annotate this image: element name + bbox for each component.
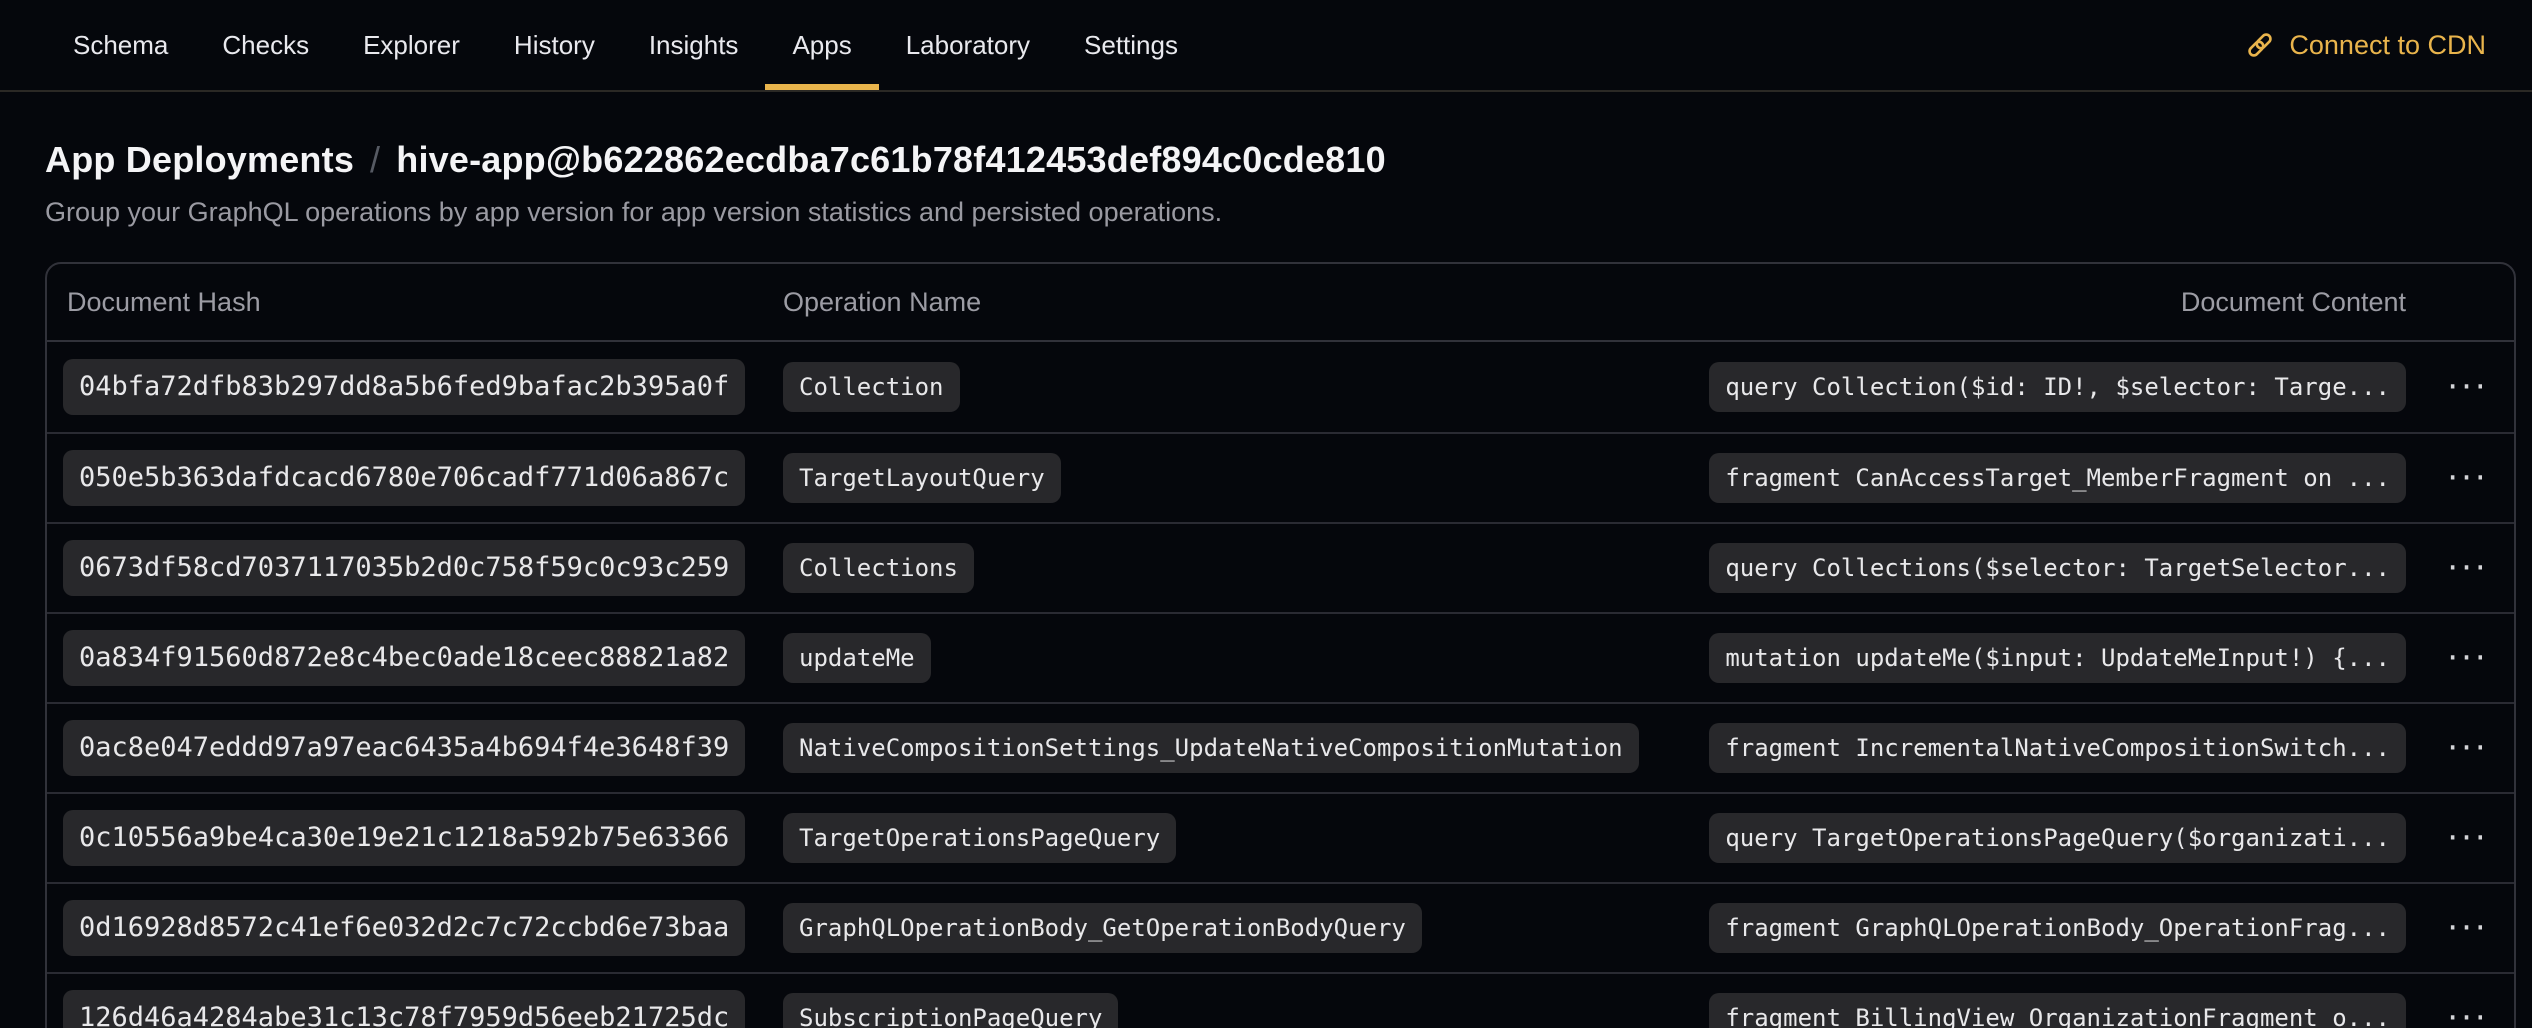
row-actions-menu-button[interactable]: ··· <box>2437 725 2498 771</box>
document-content-preview: fragment IncrementalNativeCompositionSwi… <box>1709 723 2406 773</box>
top-nav: SchemaChecksExplorerHistoryInsightsAppsL… <box>0 0 2532 92</box>
connect-to-cdn-link[interactable]: Connect to CDN <box>2245 0 2486 90</box>
document-hash-value: 0ac8e047eddd97a97eac6435a4b694f4e3648f39 <box>63 720 745 776</box>
breadcrumb-separator: / <box>370 136 380 184</box>
row-actions-menu-button[interactable]: ··· <box>2437 635 2498 681</box>
column-header-document-content: Document Content <box>1722 287 2422 318</box>
operation-name-value: Collections <box>783 543 974 593</box>
table-row: 04bfa72dfb83b297dd8a5b6fed9bafac2b395a0f… <box>47 342 2514 432</box>
document-content-preview: query Collections($selector: TargetSelec… <box>1709 543 2406 593</box>
nav-tab-insights[interactable]: Insights <box>622 0 766 90</box>
app-root: SchemaChecksExplorerHistoryInsightsAppsL… <box>0 0 2532 1028</box>
document-hash-value: 050e5b363dafdcacd6780e706cadf771d06a867c <box>63 450 745 506</box>
nav-tab-checks[interactable]: Checks <box>195 0 336 90</box>
operation-name-value: TargetOperationsPageQuery <box>783 813 1176 863</box>
document-content-preview: fragment CanAccessTarget_MemberFragment … <box>1709 453 2406 503</box>
document-content-preview: query Collection($id: ID!, $selector: Ta… <box>1709 362 2406 412</box>
nav-tab-settings[interactable]: Settings <box>1057 0 1205 90</box>
operation-name-value: TargetLayoutQuery <box>783 453 1061 503</box>
nav-tab-schema[interactable]: Schema <box>46 0 195 90</box>
column-header-operation-name: Operation Name <box>767 287 1722 318</box>
page-subtitle: Group your GraphQL operations by app ver… <box>45 194 2487 230</box>
document-hash-value: 0673df58cd7037117035b2d0c758f59c0c93c259 <box>63 540 745 596</box>
page-head: App Deployments / hive-app@b622862ecdba7… <box>45 136 2516 230</box>
page-title: App Deployments / hive-app@b622862ecdba7… <box>45 136 2487 184</box>
nav-tab-explorer[interactable]: Explorer <box>336 0 487 90</box>
operation-name-value: Collection <box>783 362 960 412</box>
operation-name-value: NativeCompositionSettings_UpdateNativeCo… <box>783 723 1639 773</box>
row-actions-menu-button[interactable]: ··· <box>2437 815 2498 861</box>
nav-tab-laboratory[interactable]: Laboratory <box>879 0 1057 90</box>
breadcrumb-current-app: hive-app@b622862ecdba7c61b78f412453def89… <box>396 136 1386 184</box>
document-hash-value: 04bfa72dfb83b297dd8a5b6fed9bafac2b395a0f <box>63 359 745 415</box>
operation-name-value: GraphQLOperationBody_GetOperationBodyQue… <box>783 903 1422 953</box>
table-row: 0c10556a9be4ca30e19e21c1218a592b75e63366… <box>47 792 2514 882</box>
nav-tab-apps[interactable]: Apps <box>765 0 878 90</box>
table-header-row: Document Hash Operation Name Document Co… <box>47 264 2514 342</box>
breadcrumb-root: App Deployments <box>45 136 354 184</box>
row-actions-menu-button[interactable]: ··· <box>2437 364 2498 410</box>
table-row: 0ac8e047eddd97a97eac6435a4b694f4e3648f39… <box>47 702 2514 792</box>
main-content: App Deployments / hive-app@b622862ecdba7… <box>0 92 2532 1028</box>
deployments-table: Document Hash Operation Name Document Co… <box>45 262 2516 1028</box>
operation-name-value: updateMe <box>783 633 931 683</box>
table-body: 04bfa72dfb83b297dd8a5b6fed9bafac2b395a0f… <box>47 342 2514 1028</box>
table-row: 0a834f91560d872e8c4bec0ade18ceec88821a82… <box>47 612 2514 702</box>
column-header-document-hash: Document Hash <box>47 287 767 318</box>
document-hash-value: 0d16928d8572c41ef6e032d2c7c72ccbd6e73baa <box>63 900 745 956</box>
document-content-preview: mutation updateMe($input: UpdateMeInput!… <box>1709 633 2406 683</box>
document-hash-value: 126d46a4284abe31c13c78f7959d56eeb21725dc <box>63 990 745 1028</box>
nav-tabs: SchemaChecksExplorerHistoryInsightsAppsL… <box>46 0 1205 90</box>
document-content-preview: fragment GraphQLOperationBody_OperationF… <box>1709 903 2406 953</box>
table-row: 126d46a4284abe31c13c78f7959d56eeb21725dc… <box>47 972 2514 1028</box>
row-actions-menu-button[interactable]: ··· <box>2437 995 2498 1028</box>
operation-name-value: SubscriptionPageQuery <box>783 993 1118 1028</box>
chain-link-icon <box>2245 30 2275 60</box>
row-actions-menu-button[interactable]: ··· <box>2437 905 2498 951</box>
document-hash-value: 0c10556a9be4ca30e19e21c1218a592b75e63366 <box>63 810 745 866</box>
document-content-preview: fragment BillingView_OrganizationFragmen… <box>1709 993 2406 1028</box>
connect-to-cdn-label: Connect to CDN <box>2289 30 2486 61</box>
row-actions-menu-button[interactable]: ··· <box>2437 545 2498 591</box>
row-actions-menu-button[interactable]: ··· <box>2437 455 2498 501</box>
table-row: 050e5b363dafdcacd6780e706cadf771d06a867c… <box>47 432 2514 522</box>
document-content-preview: query TargetOperationsPageQuery($organiz… <box>1709 813 2406 863</box>
table-row: 0d16928d8572c41ef6e032d2c7c72ccbd6e73baa… <box>47 882 2514 972</box>
table-row: 0673df58cd7037117035b2d0c758f59c0c93c259… <box>47 522 2514 612</box>
document-hash-value: 0a834f91560d872e8c4bec0ade18ceec88821a82 <box>63 630 745 686</box>
nav-tab-history[interactable]: History <box>487 0 622 90</box>
